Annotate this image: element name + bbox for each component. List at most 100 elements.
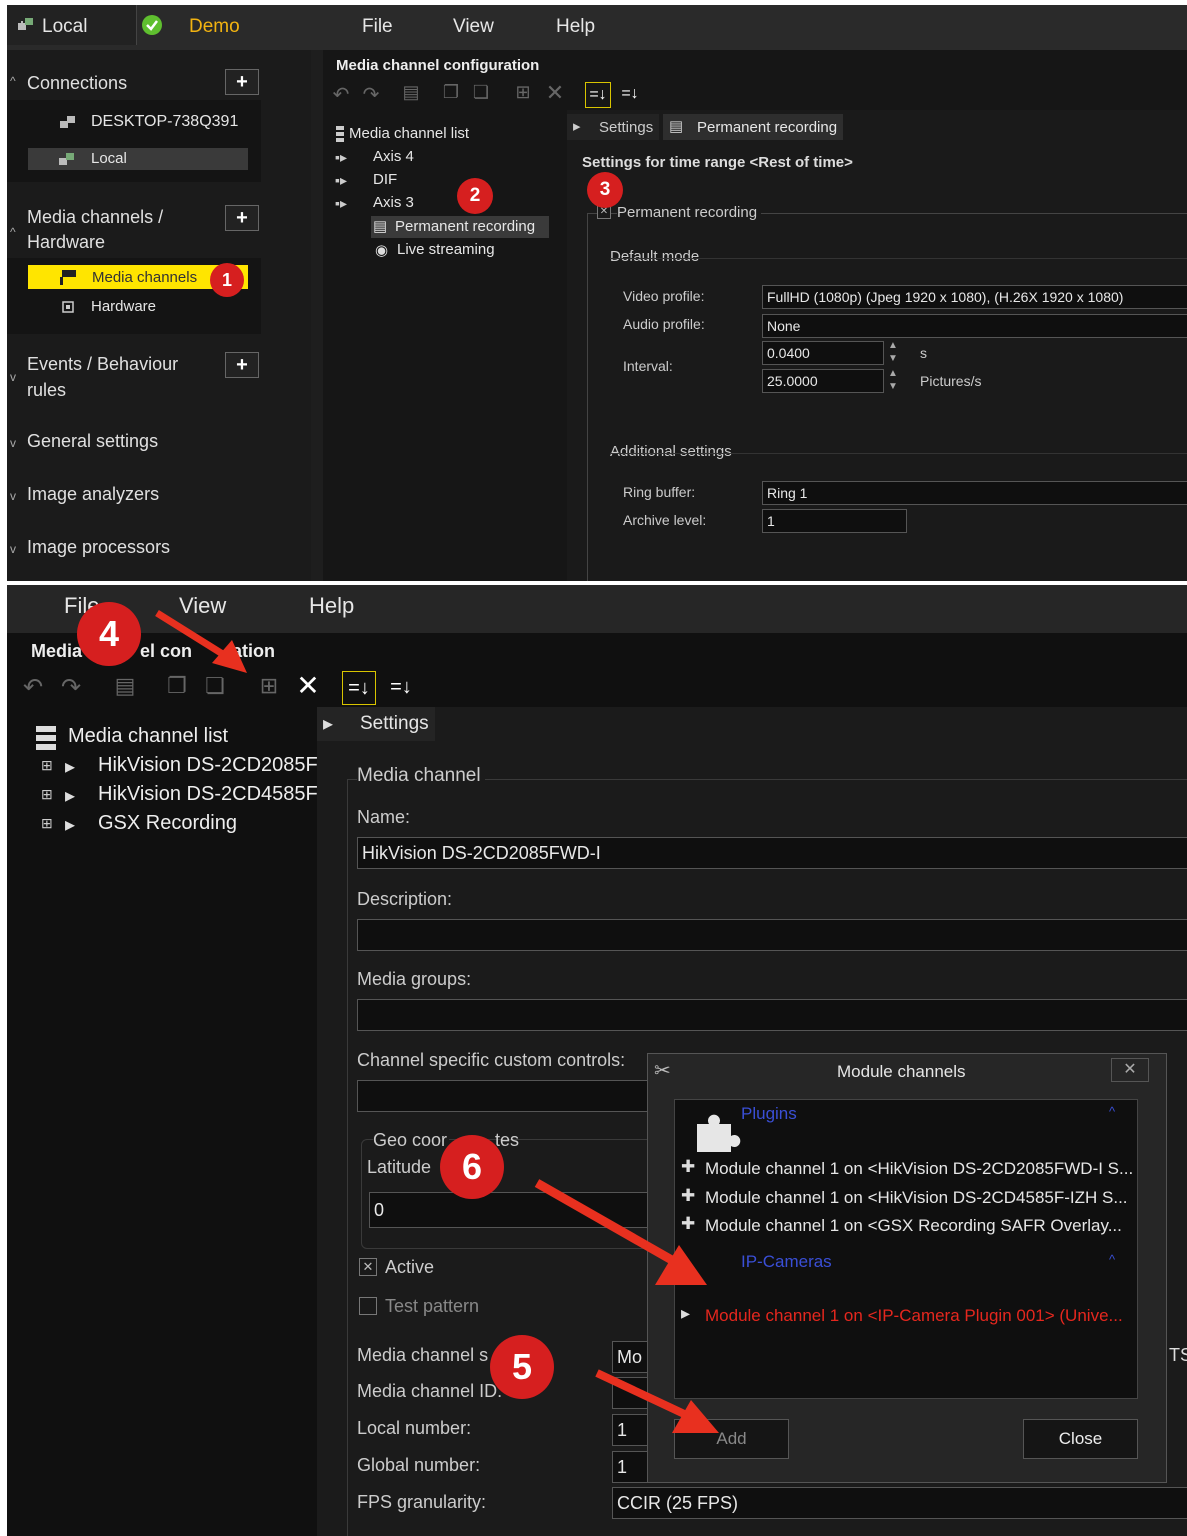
general-settings-title[interactable]: General settings — [27, 431, 158, 452]
sort-alt-icon[interactable]: =↓ — [617, 82, 643, 106]
redo-icon[interactable]: ↷ — [359, 82, 383, 107]
local-label: Local — [42, 16, 88, 37]
add-channel-icon[interactable]: ⊞ — [511, 82, 535, 103]
chip-icon — [59, 298, 77, 316]
camera-icon: ▪▸ — [335, 195, 347, 211]
eye-icon: ◉ — [375, 242, 389, 259]
top-menubar: Local Demo File View Help — [7, 5, 1187, 50]
network-icon — [58, 151, 76, 167]
stepper-down-icon[interactable]: ▼ — [888, 381, 898, 392]
network-icon — [17, 16, 35, 32]
step-badge-1: 1 — [210, 263, 244, 297]
camera-icon: ▪▸ — [335, 149, 347, 165]
step-badge-5: 5 — [490, 1335, 554, 1399]
camera-icon — [58, 268, 78, 286]
camera-icon: ▸ — [573, 118, 581, 135]
channel-tree: Media channel list ▪▸ Axis 4 ▪▸ DIF ▪▸ A… — [333, 120, 568, 580]
sort-icon[interactable]: =↓ — [585, 82, 611, 108]
image-analyzers-title[interactable]: Image analyzers — [27, 484, 159, 505]
step-badge-4: 4 — [77, 602, 141, 666]
top-sidebar: ^ Connections + DESKTOP-738Q391 Local ^ … — [7, 50, 311, 581]
connections-title[interactable]: Connections — [27, 73, 127, 94]
tab-permanent-recording-label: Permanent recording — [697, 119, 838, 136]
tree-item-axis-4[interactable]: Axis 4 — [373, 148, 414, 165]
menu-help[interactable]: Help — [556, 16, 595, 38]
demo-label: Demo — [189, 16, 240, 37]
annotation-arrows — [155, 610, 719, 1433]
tab-permanent-recording[interactable]: ▤ Permanent recording — [663, 114, 843, 140]
menu-view[interactable]: View — [453, 16, 494, 38]
camera-icon: ▪▸ — [335, 172, 347, 188]
tree-root[interactable]: Media channel list — [349, 125, 469, 142]
media-channels-hardware-title-1[interactable]: Media channels / — [27, 207, 163, 228]
top-config-panel: Media channel configuration ↶ ↷ ▤ ❐ ❏ ⊞ … — [323, 50, 1187, 581]
step-badge-3: 3 — [587, 172, 623, 208]
list-icon — [335, 125, 345, 143]
pictures-input[interactable]: 25.0000 — [762, 369, 884, 393]
sidebar-item-media-channels-label: Media channels — [92, 269, 198, 286]
undo-icon[interactable]: ↶ — [329, 82, 353, 107]
ring-buffer-select[interactable]: Ring 1 — [762, 481, 1187, 505]
step-badge-2: 2 — [457, 178, 493, 214]
copy-icon[interactable]: ❐ — [439, 82, 463, 103]
chevron-up-icon[interactable]: ^ — [10, 74, 16, 88]
connection-tab-local[interactable]: Local — [7, 5, 137, 45]
video-profile-label: Video profile: — [623, 288, 705, 304]
audio-profile-select[interactable]: None — [762, 314, 1187, 338]
audio-profile-label: Audio profile: — [623, 316, 705, 332]
interval-label: Interval: — [623, 358, 673, 374]
stepper-up-icon[interactable]: ▲ — [888, 340, 898, 351]
paste-icon[interactable]: ❏ — [469, 82, 493, 103]
list-icon: ▤ — [669, 118, 684, 135]
default-mode-title: Default mode — [610, 248, 700, 265]
list-icon: ▤ — [373, 218, 388, 235]
events-title-2[interactable]: rules — [27, 380, 66, 401]
step-badge-6: 6 — [440, 1135, 504, 1199]
tree-item-axis-3[interactable]: Axis 3 — [373, 194, 414, 211]
interval-unit: s — [920, 345, 927, 361]
additional-settings-divider — [610, 453, 1187, 454]
events-title-1[interactable]: Events / Behaviour — [27, 354, 178, 375]
connection-item-desktop[interactable]: DESKTOP-738Q391 — [91, 113, 238, 131]
chevron-down-icon[interactable]: v — [10, 489, 16, 503]
delete-icon[interactable]: ✕ — [543, 80, 567, 106]
check-circle-icon — [142, 15, 162, 35]
ring-buffer-label: Ring buffer: — [623, 484, 696, 500]
interval-input[interactable]: 0.0400 — [762, 341, 884, 365]
chevron-down-icon[interactable]: v — [10, 542, 16, 556]
pictures-unit: Pictures/s — [920, 373, 982, 389]
add-connection-button[interactable]: + — [225, 69, 259, 95]
sidebar-item-hardware[interactable]: Hardware — [91, 298, 156, 315]
video-profile-select[interactable]: FullHD (1080p) (Jpeg 1920 x 1080), (H.26… — [762, 285, 1187, 309]
add-event-button[interactable]: + — [225, 352, 259, 378]
bottom-screenshot: File View Help Media el con ation ↶ ↷ ▤ … — [7, 585, 1187, 1536]
tree-child-permanent-recording: Permanent recording — [395, 218, 536, 235]
connection-item-local-row[interactable]: Local — [28, 148, 248, 170]
stepper-up-icon[interactable]: ▲ — [888, 368, 898, 379]
print-icon[interactable]: ▤ — [399, 82, 423, 103]
add-media-channel-button[interactable]: + — [225, 205, 259, 231]
menu-file[interactable]: File — [362, 16, 393, 38]
additional-settings-title: Additional settings — [610, 443, 732, 460]
image-processors-title[interactable]: Image processors — [27, 537, 170, 558]
settings-area: ▸ Settings ▤ Permanent recording Setting… — [567, 110, 1187, 581]
connection-item-local: Local — [91, 150, 127, 167]
computer-icon — [59, 114, 77, 130]
tab-settings[interactable]: ▸ Settings — [567, 114, 659, 140]
permanent-recording-check-label: Permanent recording — [617, 204, 762, 221]
config-title: Media channel configuration — [336, 57, 540, 74]
connection-tab-demo[interactable]: Demo — [137, 5, 257, 45]
tree-item-dif[interactable]: DIF — [373, 171, 397, 188]
tree-child-live-streaming[interactable]: Live streaming — [397, 241, 495, 258]
stepper-down-icon[interactable]: ▼ — [888, 353, 898, 364]
chevron-up-icon[interactable]: ^ — [10, 225, 16, 239]
tab-settings-label: Settings — [599, 119, 654, 136]
top-screenshot: Local Demo File View Help ^ Connections … — [7, 5, 1187, 581]
archive-level-input[interactable]: 1 — [762, 509, 907, 533]
default-mode-divider — [610, 258, 1187, 259]
archive-level-label: Archive level: — [623, 512, 707, 528]
chevron-down-icon[interactable]: v — [10, 436, 16, 450]
tree-child-permanent-recording-row[interactable]: ▤ Permanent recording — [371, 216, 549, 238]
chevron-down-icon[interactable]: v — [10, 370, 16, 384]
media-channels-hardware-title-2[interactable]: Hardware — [27, 232, 105, 253]
